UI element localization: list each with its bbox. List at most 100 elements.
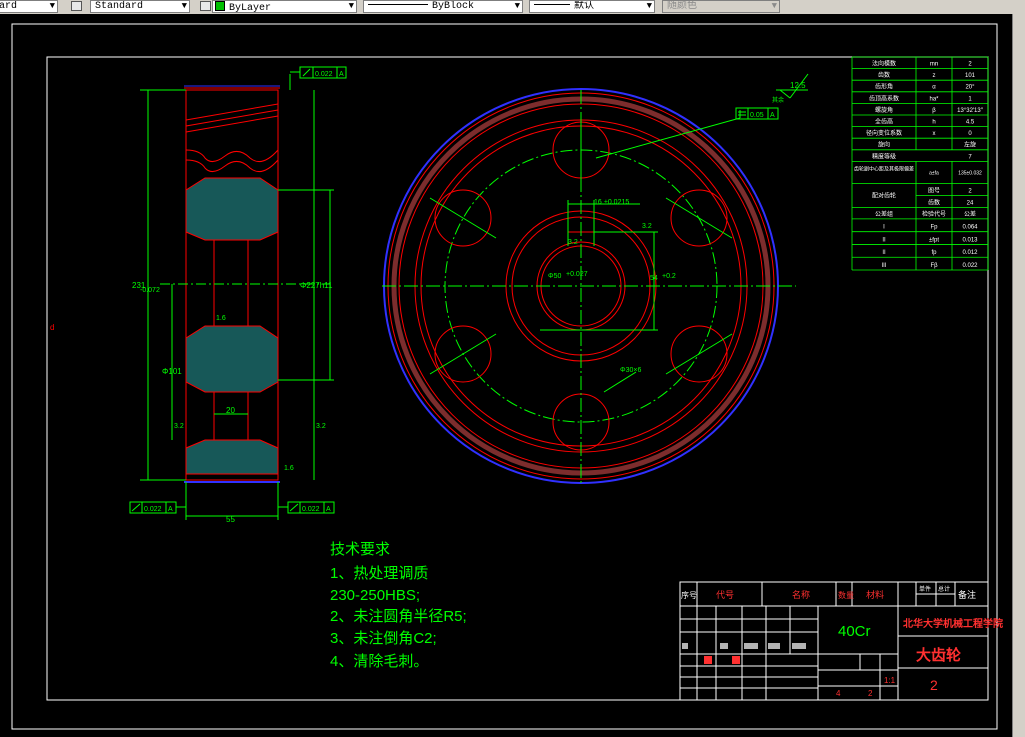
svg-text:A: A [770,112,775,119]
tolerance-header: 公差 [964,210,976,218]
param-name: 螺旋角 [875,106,893,114]
dimension-style-icon[interactable] [71,1,82,11]
section-view: 231 -0.072 Φ227h11 Φ101 55 20 1.6 1.6 3.… [50,66,347,524]
vertical-scrollbar[interactable] [1012,14,1025,737]
param-name: 齿顶高系数 [869,94,899,102]
svg-text:单件: 单件 [919,585,931,593]
tolerance-frame-bottom-left: 0.022 A [129,501,177,514]
tolerance-code: Fp [930,225,938,231]
material: 40Cr [838,623,871,640]
param-value: 2 [968,62,972,68]
tech-req-line-1: 1、热处理调质 [330,565,428,582]
tolerance-group: II [882,237,886,243]
center-distance-symbol: a±fa [929,170,939,176]
param-name: 旋向 [878,141,890,149]
dim-keyway-tol: ±0.0215 [604,199,629,206]
drawing-no: 2 [930,677,938,693]
school-name: 北华大学机械工程学院 [903,617,1003,630]
properties-toolbar: ard ▼ Standard ▼ ByLayer ▼ ByBlock ▼ 默认 … [0,0,1025,15]
sheet-total: 4 [836,689,841,698]
technical-requirements: 技术要求 1、热处理调质 230-250HBS; 2、未注圆角半径R5; 3、未… [330,541,467,670]
layer-icon[interactable] [200,1,211,11]
part-name: 大齿轮 [916,646,961,664]
svg-text:0.022: 0.022 [144,506,162,513]
tolerance-value: 0.012 [962,250,978,256]
linetype-dropdown[interactable]: ByBlock ▼ [363,0,523,13]
tolerance-value: 0.022 [962,263,978,269]
text-style-dropdown[interactable]: ard ▼ [0,0,58,13]
chevron-down-icon: ▼ [49,1,55,11]
dim-tip-diameter: Φ227h11 [300,281,333,290]
svg-text:总计: 总计 [938,585,950,593]
roughness-value: 12.5 [790,81,806,90]
drawing-canvas[interactable]: 231 -0.072 Φ227h11 Φ101 55 20 1.6 1.6 3.… [0,14,1012,737]
tolerance-code: Fβ [930,263,938,269]
color-dropdown[interactable]: ByLayer ▼ [212,0,357,13]
param-symbol: mn [930,62,938,68]
svg-text:材料: 材料 [866,589,884,600]
gear-parameters-table: 法向模数 mn 2 齿数 z 101 齿形角 α 20° 齿顶高系数 ha* 1 螺旋角 β 13°32′1… [851,56,989,271]
svg-text:备注: 备注 [958,589,976,600]
tolerance-group: II [882,250,886,256]
svg-text:序号: 序号 [681,590,697,600]
svg-text:数量: 数量 [838,590,854,600]
tolerance-header: 检验代号 [922,210,946,218]
param-name: 齿数 [878,71,890,79]
param-symbol: β [932,108,936,114]
dim-web: 20 [226,406,235,415]
ra-32-c: 3.2 [642,223,652,230]
svg-text:0.05: 0.05 [750,112,764,119]
tolerance-code: ±fpt [929,237,939,243]
dim-hub-tol: +0.027 [566,271,588,278]
color-swatch [215,1,225,11]
mating-value: 24 [967,200,974,206]
param-symbol: x [933,131,936,137]
param-value: 4.5 [966,120,975,126]
title-block: 序号 代号 名称 数量 材料 单件 总计 备注 40Cr 1:1 4 2 北华大… [679,581,1003,701]
tolerance-frame-mid: 0.05 A [735,107,779,120]
param-value: 1 [968,96,972,102]
dim-231-tol: -0.072 [140,287,160,294]
tech-req-line-3: 2、未注圆角半径R5; [330,608,467,625]
mating-key: 图号 [928,187,940,194]
param-name: 径向变位系数 [866,129,902,137]
ra-32-d: 3.2 [568,239,578,246]
tolerance-header: 公差组 [875,210,893,218]
chevron-down-icon: ▼ [348,1,354,11]
dim-bore: Φ101 [162,367,182,376]
chevron-down-icon: ▼ [646,1,652,11]
scale: 1:1 [884,676,896,685]
linetype-value: ByBlock [432,1,475,12]
tech-req-line-4: 3、未注倒角C2; [330,630,437,647]
dim-keyway-depth-tol: +0.2 [662,273,676,280]
stray-d: d [50,323,54,332]
param-value: 0 [968,131,972,137]
lineweight-dropdown[interactable]: 默认 ▼ [529,0,655,13]
param-value: 101 [965,73,976,79]
param-symbol: α [932,85,936,91]
dim-width: 55 [226,515,235,524]
tolerance-code: fp [931,250,937,256]
tolerance-value: 0.064 [962,225,978,231]
mating-value: 2 [968,188,972,194]
param-value: 20° [965,85,975,91]
roughness-other-label: 其余 [772,96,784,104]
chevron-down-icon: ▼ [181,1,187,11]
param-name: 精度等级 [872,152,896,160]
tech-req-line-5: 4、清除毛刺。 [330,653,428,670]
dimension-style-dropdown[interactable]: Standard ▼ [90,0,190,13]
param-symbol: z [933,73,936,79]
tech-req-line-2: 230-250HBS; [330,587,420,604]
svg-text:0.022: 0.022 [315,71,333,78]
linetype-sample [368,4,428,5]
svg-text:A: A [339,71,344,78]
center-distance-label: 齿轮副中心距及其极限偏差 [854,165,914,172]
ra-16-a: 1.6 [216,315,226,322]
plot-style-dropdown[interactable]: 随颜色 ▼ [662,0,780,13]
mating-key: 齿数 [928,198,940,206]
ra-16-b: 1.6 [284,465,294,472]
chevron-down-icon: ▼ [771,1,777,11]
dim-keyway-width: 16 [594,199,602,206]
param-name: 全齿高 [875,118,893,126]
tolerance-group: III [881,263,886,269]
